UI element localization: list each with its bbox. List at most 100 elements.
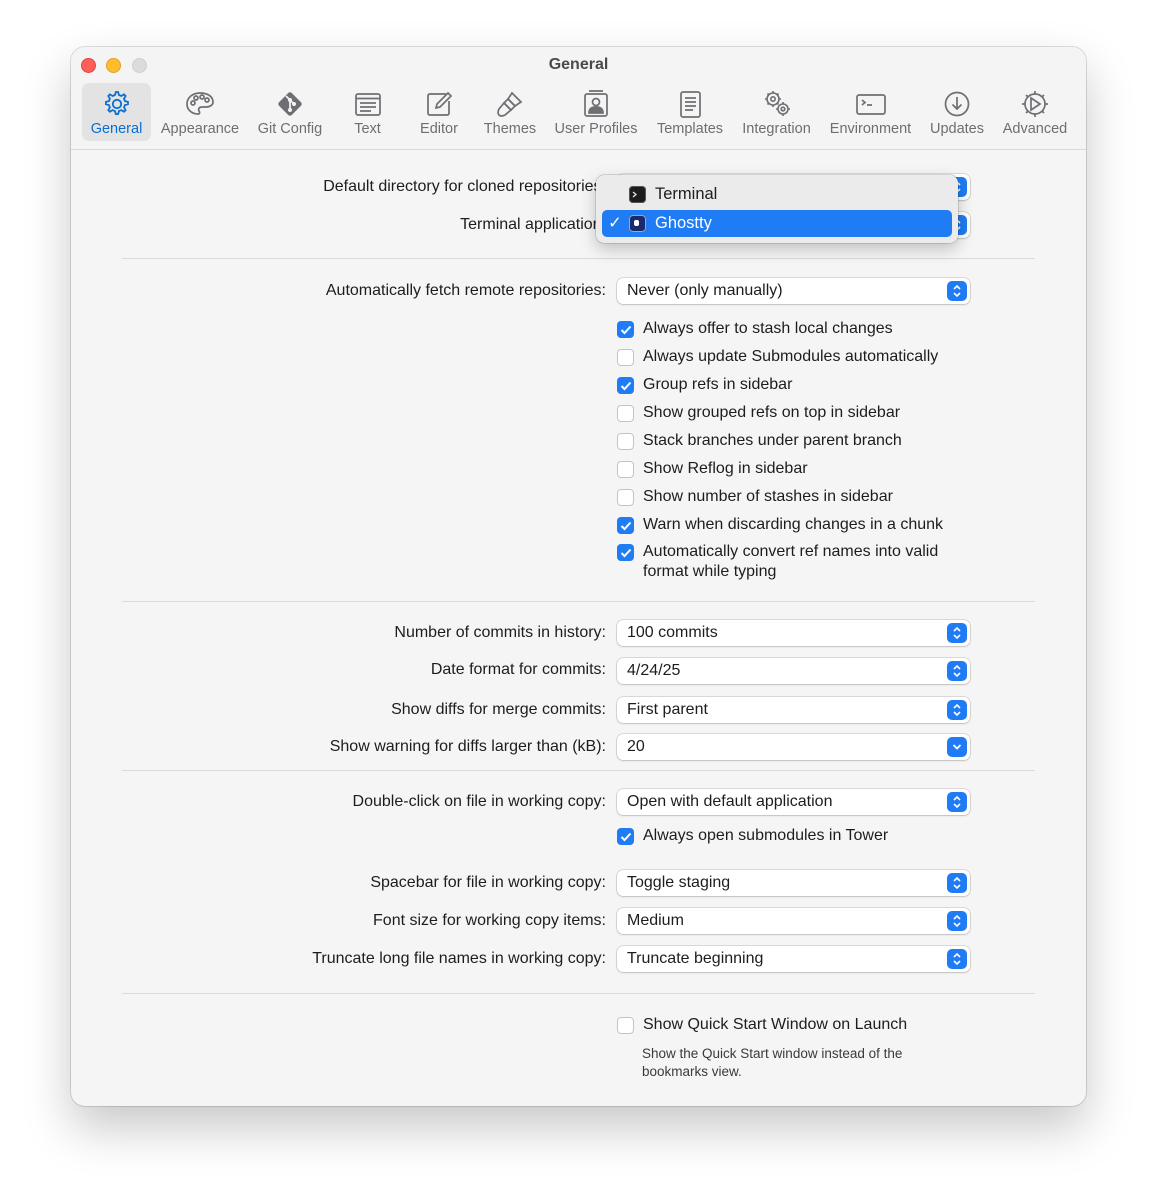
gears-icon bbox=[764, 91, 790, 116]
commits-history-popup[interactable]: 100 commits bbox=[617, 620, 970, 646]
merge-diffs-value: First parent bbox=[627, 701, 708, 718]
commits-history-value: 100 commits bbox=[627, 624, 718, 641]
preferences-window: General General Appearance Git Config Te… bbox=[71, 47, 1086, 1106]
commits-history-label: Number of commits in history: bbox=[394, 624, 606, 641]
menu-item-terminal[interactable]: Terminal bbox=[602, 181, 952, 208]
text-document-icon bbox=[354, 93, 381, 116]
truncate-popup[interactable]: Truncate beginning bbox=[617, 946, 970, 972]
checkbox-unchecked-icon bbox=[617, 405, 634, 422]
merge-diffs-label: Show diffs for merge commits: bbox=[391, 701, 606, 718]
checkbox-update-submodules[interactable]: Always update Submodules automatically bbox=[617, 347, 983, 367]
popup-stepper-icon bbox=[947, 700, 967, 720]
paintbrush-icon bbox=[497, 91, 523, 117]
checkbox-checked-icon bbox=[617, 321, 634, 338]
checkbox-convert-ref-names[interactable]: Automatically convert ref names into val… bbox=[617, 542, 973, 582]
terminal-application-menu: Terminal ✓ Ghostty bbox=[596, 175, 958, 243]
spacebar-value: Toggle staging bbox=[627, 874, 731, 891]
checkbox-warn-discarding[interactable]: Warn when discarding changes in a chunk bbox=[617, 515, 983, 535]
checkbox-label: Always open submodules in Tower bbox=[643, 827, 889, 844]
checkbox-checked-icon bbox=[617, 377, 634, 394]
font-size-popup[interactable]: Medium bbox=[617, 908, 970, 934]
truncate-value: Truncate beginning bbox=[627, 950, 764, 967]
checkbox-checked-icon bbox=[617, 544, 634, 561]
tab-advanced-label: Advanced bbox=[1002, 121, 1068, 137]
chevron-down-icon[interactable] bbox=[947, 737, 967, 757]
person-card-icon bbox=[584, 90, 608, 117]
tab-themes[interactable]: Themes bbox=[477, 83, 543, 141]
pencil-square-icon bbox=[427, 91, 453, 116]
tab-git-config-label: Git Config bbox=[257, 121, 323, 137]
fetch-remote-popup[interactable]: Never (only manually) bbox=[617, 278, 970, 304]
checkbox-label: Stack branches under parent branch bbox=[643, 432, 902, 449]
diff-warning-label: Show warning for diffs larger than (kB): bbox=[329, 738, 606, 755]
window-title: General bbox=[548, 56, 609, 73]
default-directory-label: Default directory for cloned repositorie… bbox=[323, 178, 606, 195]
checkbox-label: Always offer to stash local changes bbox=[643, 320, 893, 337]
checkbox-label: Group refs in sidebar bbox=[643, 376, 793, 393]
gear-icon bbox=[104, 91, 129, 115]
popup-stepper-icon bbox=[947, 911, 967, 931]
section-divider bbox=[122, 993, 1035, 994]
tab-updates[interactable]: Updates bbox=[925, 83, 989, 141]
advanced-gear-icon bbox=[1022, 91, 1048, 117]
ghostty-app-icon bbox=[629, 215, 646, 232]
terminal-window-icon bbox=[855, 94, 886, 115]
tab-environment-label: Environment bbox=[829, 121, 912, 137]
double-click-label: Double-click on file in working copy: bbox=[352, 793, 606, 810]
download-circle-icon bbox=[944, 91, 970, 117]
tab-appearance[interactable]: Appearance bbox=[157, 83, 243, 141]
date-format-value: 4/24/25 bbox=[627, 662, 681, 679]
checkbox-open-submodules-in-tower[interactable]: Always open submodules in Tower bbox=[617, 826, 983, 846]
checkbox-label: Show Quick Start Window on Launch bbox=[643, 1016, 908, 1033]
checkbox-checked-icon bbox=[617, 828, 634, 845]
tab-user-profiles-label: User Profiles bbox=[554, 121, 638, 137]
tab-themes-label: Themes bbox=[483, 121, 537, 137]
tab-editor[interactable]: Editor bbox=[411, 83, 467, 141]
checkbox-unchecked-icon bbox=[617, 1017, 634, 1034]
merge-diffs-popup[interactable]: First parent bbox=[617, 697, 970, 723]
tab-git-config[interactable]: Git Config bbox=[250, 83, 330, 141]
section-divider bbox=[122, 601, 1035, 602]
checkbox-grouped-refs-on-top[interactable]: Show grouped refs on top in sidebar bbox=[617, 403, 983, 423]
palette-icon bbox=[186, 92, 214, 115]
tab-integration[interactable]: Integration bbox=[737, 83, 816, 141]
terminal-app-icon bbox=[629, 186, 646, 203]
popup-stepper-icon bbox=[947, 623, 967, 643]
diff-warning-combobox[interactable]: 20 bbox=[617, 734, 970, 760]
checkbox-stash-local-changes[interactable]: Always offer to stash local changes bbox=[617, 319, 983, 339]
tab-environment[interactable]: Environment bbox=[826, 83, 915, 141]
checkbox-show-reflog[interactable]: Show Reflog in sidebar bbox=[617, 459, 983, 479]
date-format-popup[interactable]: 4/24/25 bbox=[617, 658, 970, 684]
checkbox-label: Show Reflog in sidebar bbox=[643, 460, 808, 477]
truncate-label: Truncate long file names in working copy… bbox=[312, 950, 606, 967]
checkbox-label: Show number of stashes in sidebar bbox=[643, 488, 893, 505]
checkbox-quick-start-window[interactable]: Show Quick Start Window on Launch bbox=[617, 1015, 983, 1035]
terminal-application-label: Terminal application: bbox=[460, 216, 606, 233]
checkbox-show-number-of-stashes[interactable]: Show number of stashes in sidebar bbox=[617, 487, 983, 507]
section-divider bbox=[122, 258, 1035, 259]
double-click-popup[interactable]: Open with default application bbox=[617, 789, 970, 815]
tab-user-profiles[interactable]: User Profiles bbox=[549, 83, 643, 141]
fetch-remote-label: Automatically fetch remote repositories: bbox=[325, 282, 606, 299]
checkbox-stack-branches[interactable]: Stack branches under parent branch bbox=[617, 431, 983, 451]
tab-editor-label: Editor bbox=[420, 121, 458, 137]
menu-item-ghostty[interactable]: ✓ Ghostty bbox=[602, 210, 952, 237]
popup-stepper-icon bbox=[947, 792, 967, 812]
popup-stepper-icon bbox=[947, 873, 967, 893]
checkbox-group-refs[interactable]: Group refs in sidebar bbox=[617, 375, 983, 395]
tab-text[interactable]: Text bbox=[340, 83, 395, 141]
font-size-value: Medium bbox=[627, 912, 684, 929]
checkbox-label: Always update Submodules automatically bbox=[643, 348, 939, 365]
tab-general-label: General bbox=[90, 121, 143, 137]
checkbox-label: Show grouped refs on top in sidebar bbox=[643, 404, 901, 421]
checkbox-unchecked-icon bbox=[617, 433, 634, 450]
checkbox-unchecked-icon bbox=[617, 489, 634, 506]
spacebar-popup[interactable]: Toggle staging bbox=[617, 870, 970, 896]
popup-stepper-icon bbox=[947, 949, 967, 969]
tab-general[interactable]: General bbox=[82, 83, 151, 141]
menu-item-label: Terminal bbox=[655, 185, 718, 203]
git-icon bbox=[278, 92, 302, 116]
checkbox-label: Warn when discarding changes in a chunk bbox=[643, 516, 944, 533]
tab-advanced[interactable]: Advanced bbox=[999, 83, 1071, 141]
tab-templates[interactable]: Templates bbox=[653, 83, 727, 141]
